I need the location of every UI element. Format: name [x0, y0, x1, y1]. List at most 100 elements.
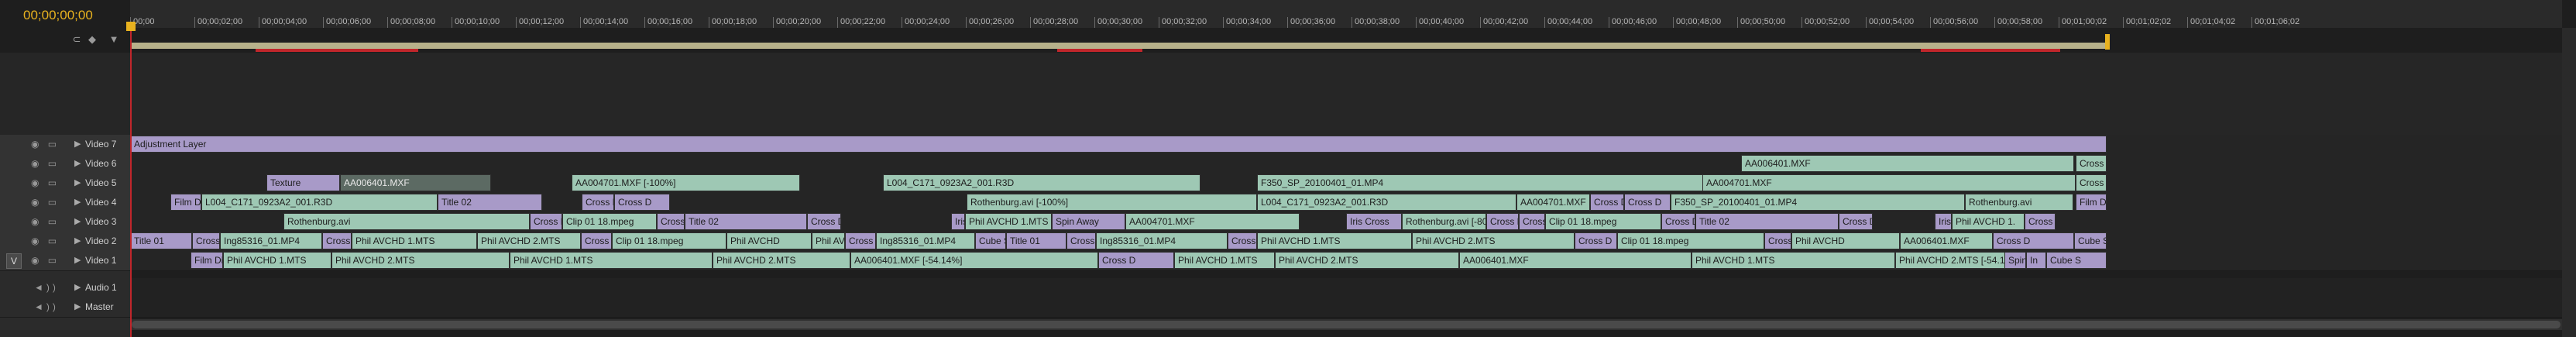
- transition-or-title-clip[interactable]: Cross D: [2025, 213, 2056, 230]
- transition-or-title-clip[interactable]: Cross D: [1993, 232, 2074, 249]
- vertical-scrollbar[interactable]: [2562, 28, 2576, 337]
- transition-or-title-clip[interactable]: Spin Away: [1052, 213, 1125, 230]
- video-clip[interactable]: Clip 01 18.mpeg: [1545, 213, 1661, 230]
- expand-arrow-icon[interactable]: ▶: [74, 282, 81, 292]
- video-clip[interactable]: Cross D: [2076, 174, 2107, 191]
- track-lane-v6[interactable]: AA006401.MXFCross D: [130, 154, 2562, 174]
- video-clip[interactable]: Phil AVCHD 1.MTS: [965, 213, 1052, 230]
- track-header-video-3[interactable]: ◉ ▭ ▶ Video 3: [0, 212, 130, 232]
- track-lane-v1[interactable]: Film Di Phil AVCHD 1.MTS Phil AVCHD 2.MTS P…: [130, 251, 2562, 271]
- video-clip[interactable]: AA004701.MXF: [1516, 194, 1590, 211]
- marker-icon[interactable]: ◆: [87, 34, 98, 45]
- track-header-video-7[interactable]: ◉ ▭ ▶ Video 7: [0, 135, 130, 155]
- video-clip[interactable]: Ing85316_01.MP4: [876, 232, 975, 249]
- track-header-video-1[interactable]: ◉ ▭ ▶ Video 1 V: [0, 251, 130, 271]
- transition-or-title-clip[interactable]: Cross D: [614, 194, 670, 211]
- video-clip[interactable]: AA006401.MXF [-54.14%]: [850, 252, 1098, 269]
- transition-or-title-clip[interactable]: Title 02: [438, 194, 542, 211]
- video-clip[interactable]: Clip 01 18.mpeg: [562, 213, 657, 230]
- transition-or-title-clip[interactable]: Cross D: [1228, 232, 1257, 249]
- video-clip[interactable]: L004_C171_0923A2_001.R3D: [201, 194, 438, 211]
- video-clip[interactable]: AA006401.MXF: [340, 174, 491, 191]
- track-lane-v3[interactable]: Rothenburg.aviCross DClip 01 18.mpegCros…: [130, 212, 2562, 232]
- playhead-handle[interactable]: [126, 22, 136, 31]
- playhead-line[interactable]: [130, 23, 132, 337]
- transition-or-title-clip[interactable]: Cross D: [530, 213, 562, 230]
- transition-or-title-clip[interactable]: Iris D: [1935, 213, 1952, 230]
- audio-lane[interactable]: [130, 278, 2562, 298]
- track-header-video-2[interactable]: ◉ ▭ ▶ Video 2: [0, 232, 130, 252]
- track-header-video-5[interactable]: ◉ ▭ ▶ Video 5: [0, 174, 130, 194]
- video-clip[interactable]: L004_C171_0923A2_001.R3D: [1257, 194, 1516, 211]
- video-clip[interactable]: AA004701.MXF [-100%]: [572, 174, 800, 191]
- current-timecode[interactable]: 00;00;00;00: [23, 8, 93, 23]
- time-ruler[interactable]: 00;00 00;00;02;00 00;00;04;00 00;00;06;00 00…: [130, 0, 2562, 28]
- expand-arrow-icon[interactable]: ▶: [74, 177, 81, 187]
- expand-arrow-icon[interactable]: ▶: [74, 216, 81, 226]
- audio-lane[interactable]: [130, 297, 2562, 318]
- video-clip[interactable]: Phil AVCHD 2.MTS: [812, 232, 845, 249]
- video-clip[interactable]: AA006401.MXF: [1900, 232, 1993, 249]
- track-header-audio-1[interactable]: ◄)) ▶ Audio 1: [0, 278, 130, 298]
- transition-or-title-clip[interactable]: Cross D: [1590, 194, 1624, 211]
- video-clip[interactable]: Phil AVCHD 1.MTS: [1692, 252, 1895, 269]
- video-clip[interactable]: Phil AVCHD 1.MTS: [223, 252, 331, 269]
- transition-or-title-clip[interactable]: In: [2026, 252, 2046, 269]
- video-clip[interactable]: AA004701.MXF: [1702, 174, 2076, 191]
- track-toggle-icon[interactable]: ◉ ▭: [31, 158, 60, 169]
- track-header-video-6[interactable]: ◉ ▭ ▶ Video 6: [0, 154, 130, 174]
- track-toggle-icon[interactable]: ◉ ▭: [31, 255, 60, 266]
- video-clip[interactable]: Phil AVCHD 1.MTS: [1257, 232, 1412, 249]
- video-clip[interactable]: Ing85316_01.MP4: [1096, 232, 1228, 249]
- expand-arrow-icon[interactable]: ▶: [74, 158, 81, 168]
- video-clip[interactable]: F350_SP_20100401_01.MP4: [1257, 174, 1733, 191]
- transition-or-title-clip[interactable]: Cross D: [581, 232, 612, 249]
- transition-or-title-clip[interactable]: Cross D: [1098, 252, 1174, 269]
- transition-or-title-clip[interactable]: Cube S: [975, 232, 1006, 249]
- transition-or-title-clip[interactable]: Cross D: [1764, 232, 1791, 249]
- transition-or-title-clip[interactable]: Cross D: [1519, 213, 1545, 230]
- expand-arrow-icon[interactable]: ▶: [74, 236, 81, 246]
- speaker-icon[interactable]: ◄)): [34, 301, 59, 312]
- transition-or-title-clip[interactable]: Title 01: [1006, 232, 1066, 249]
- transition-or-title-clip[interactable]: Cross D: [582, 194, 614, 211]
- track-header-master[interactable]: ◄)) ▶ Master: [0, 297, 130, 318]
- video-clip[interactable]: Rothenburg.avi [-100%]: [967, 194, 1257, 211]
- transition-or-title-clip[interactable]: Iris D: [951, 213, 965, 230]
- track-header-video-4[interactable]: ◉ ▭ ▶ Video 4: [0, 193, 130, 213]
- transition-or-title-clip[interactable]: Cross D: [845, 232, 876, 249]
- transition-or-title-clip[interactable]: Cube S: [2046, 252, 2107, 269]
- transition-or-title-clip[interactable]: Film Di: [2076, 194, 2107, 211]
- video-clip[interactable]: Clip 01 18.mpeg: [1617, 232, 1764, 249]
- transition-or-title-clip[interactable]: Title 02: [685, 213, 807, 230]
- track-toggle-icon[interactable]: ◉ ▭: [31, 139, 60, 150]
- source-target-v[interactable]: V: [6, 253, 22, 269]
- track-toggle-icon[interactable]: ◉ ▭: [31, 177, 60, 188]
- transition-or-title-clip[interactable]: Cross D: [1661, 213, 1695, 230]
- video-clip[interactable]: F350_SP_20100401_01.MP4: [1671, 194, 1965, 211]
- expand-arrow-icon[interactable]: ▶: [74, 255, 81, 265]
- video-clip[interactable]: Phil AVCHD 2.MTS: [477, 232, 581, 249]
- video-clip[interactable]: Ing85316_01.MP4: [220, 232, 322, 249]
- track-lane-v5[interactable]: Texture AA006401.MXF AA004701.MXF [-100%] L…: [130, 174, 2562, 194]
- video-clip[interactable]: Phil AVCHD 1.MTS: [510, 252, 713, 269]
- expand-arrow-icon[interactable]: ▶: [74, 301, 81, 311]
- video-clip[interactable]: Clip 01 18.mpeg: [612, 232, 726, 249]
- transition-or-title-clip[interactable]: Cross D: [1624, 194, 1671, 211]
- transition-or-title-clip[interactable]: Spin Away: [2004, 252, 2026, 269]
- video-clip[interactable]: AA004701.MXF: [1125, 213, 1300, 230]
- snap-icon[interactable]: ⊂: [71, 34, 82, 45]
- track-lane-v7[interactable]: Adjustment Layer: [130, 135, 2562, 155]
- keyframe-icon[interactable]: ▼: [108, 34, 119, 45]
- expand-arrow-icon[interactable]: ▶: [74, 139, 81, 149]
- transition-or-title-clip[interactable]: Iris Cross: [1346, 213, 1402, 230]
- video-clip[interactable]: AA006401.MXF: [1459, 252, 1692, 269]
- video-clip[interactable]: Phil AVCHD 2.MTS: [713, 252, 850, 269]
- expand-arrow-icon[interactable]: ▶: [74, 197, 81, 207]
- video-clip[interactable]: Rothenburg.avi [-80%]: [1402, 213, 1486, 230]
- transition-or-title-clip[interactable]: Title 01: [130, 232, 192, 249]
- video-clip[interactable]: AA006401.MXF: [1741, 155, 2074, 172]
- transition-or-title-clip[interactable]: Cross D: [1575, 232, 1617, 249]
- track-toggle-icon[interactable]: ◉ ▭: [31, 197, 60, 208]
- speaker-icon[interactable]: ◄)): [34, 282, 59, 293]
